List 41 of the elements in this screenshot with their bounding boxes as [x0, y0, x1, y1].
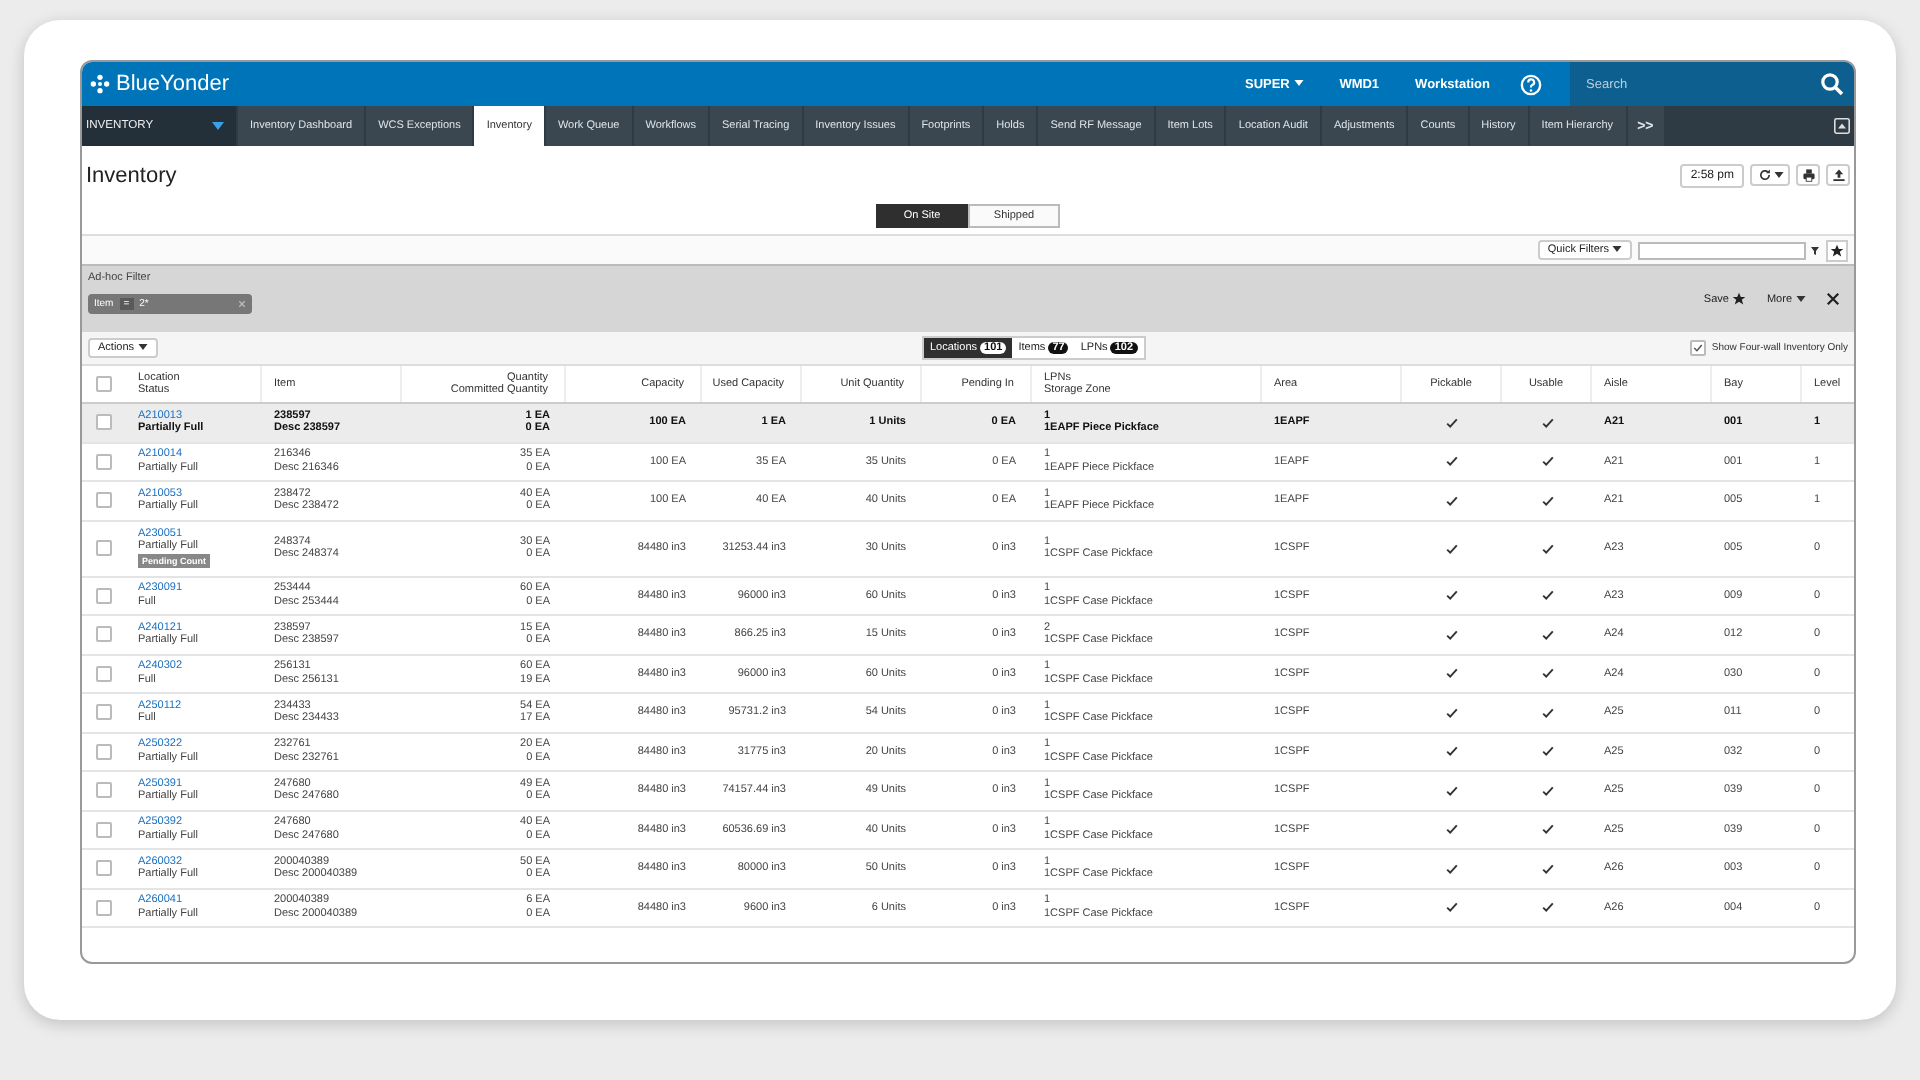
- caret-icon: [1612, 246, 1622, 253]
- row-checkbox[interactable]: [96, 860, 112, 877]
- collapse-icon[interactable]: [1834, 118, 1850, 134]
- row-checkbox[interactable]: [96, 587, 112, 604]
- row-checkbox[interactable]: [96, 899, 112, 916]
- select-all-checkbox[interactable]: [96, 376, 112, 392]
- star-icon: [1732, 292, 1747, 306]
- row-checkbox[interactable]: [96, 704, 112, 721]
- favorites-button[interactable]: [1826, 239, 1848, 261]
- refresh-icon: [1757, 168, 1771, 182]
- caret-icon: [212, 122, 224, 130]
- caret-icon: [137, 344, 148, 351]
- caret-icon: [1293, 80, 1304, 87]
- dots-logo-icon: [90, 74, 110, 94]
- search-icon[interactable]: [1820, 72, 1844, 96]
- row-checkbox[interactable]: [96, 665, 112, 682]
- row-checkbox[interactable]: [96, 540, 112, 556]
- help-icon[interactable]: [1520, 73, 1542, 95]
- print-button[interactable]: [1796, 164, 1820, 186]
- filter-icon[interactable]: [1810, 245, 1820, 255]
- four-wall-checkbox[interactable]: [1689, 340, 1706, 356]
- refresh-button[interactable]: [1750, 164, 1790, 186]
- row-checkbox[interactable]: [96, 453, 112, 470]
- close-icon: [1826, 292, 1840, 306]
- close-button[interactable]: [1826, 292, 1840, 306]
- export-button[interactable]: [1826, 164, 1850, 186]
- star-icon: [1830, 243, 1844, 257]
- row-checkbox[interactable]: [96, 743, 112, 760]
- upload-icon: [1831, 168, 1845, 182]
- row-checkbox[interactable]: [96, 492, 112, 509]
- caret-icon: [1773, 172, 1783, 178]
- row-checkbox[interactable]: [96, 626, 112, 643]
- logo-text: BlueYonder: [116, 72, 229, 96]
- filter-field[interactable]: [1638, 241, 1806, 259]
- close-icon[interactable]: [238, 300, 246, 308]
- page-title: Inventory: [86, 163, 177, 187]
- row-checkbox[interactable]: [96, 782, 112, 799]
- print-icon: [1801, 168, 1815, 182]
- row-checkbox[interactable]: [96, 414, 112, 431]
- caret-icon: [1796, 296, 1806, 302]
- row-checkbox[interactable]: [96, 821, 112, 838]
